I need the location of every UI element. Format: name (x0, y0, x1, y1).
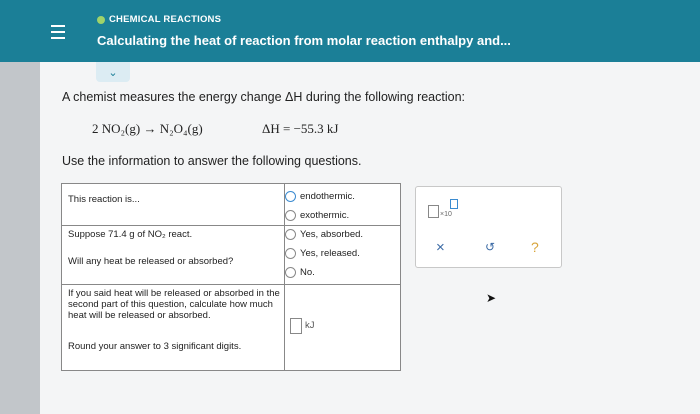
menu-button[interactable] (38, 12, 78, 52)
menu-icon (51, 31, 65, 33)
table-row: This reaction is... (68, 194, 140, 205)
help-button[interactable]: ? (531, 239, 539, 255)
table-row: Will any heat be released or absorbed? (68, 256, 234, 267)
menu-icon (51, 37, 65, 39)
table-divider (62, 284, 400, 285)
answer-toolbar: ×10 × ↺ ? (415, 186, 562, 268)
header: CHEMICAL REACTIONS Calculating the heat … (0, 0, 700, 62)
undo-button[interactable]: ↺ (485, 240, 495, 254)
x10-base-icon[interactable] (428, 205, 439, 218)
radio-icon (285, 229, 296, 240)
x10-exponent-icon[interactable] (450, 199, 458, 209)
option-label: endothermic. (300, 191, 355, 202)
option-label: Yes, absorbed. (300, 229, 364, 240)
topic-label: CHEMICAL REACTIONS (97, 14, 221, 25)
answer-table: This reaction is... Suppose 71.4 g of NO… (61, 183, 401, 371)
instructions: Use the information to answer the follow… (62, 154, 362, 168)
option-label: No. (300, 267, 315, 278)
radio-endothermic[interactable]: endothermic. (285, 187, 400, 206)
collapse-button[interactable]: ⌄ (96, 62, 130, 82)
options-column: endothermic. exothermic. Yes, absorbed. … (285, 187, 400, 282)
menu-icon (51, 25, 65, 27)
radio-icon (285, 210, 296, 221)
radio-icon (285, 191, 296, 202)
radio-yes-released[interactable]: Yes, released. (285, 244, 400, 263)
radio-yes-absorbed[interactable]: Yes, absorbed. (285, 225, 400, 244)
table-row: Round your answer to 3 significant digit… (68, 341, 242, 352)
reaction-equation: 2 NO₂(g) → N₂O₄(g) (92, 121, 203, 136)
x10-label: ×10 (440, 211, 452, 218)
page-title: Calculating the heat of reaction from mo… (97, 33, 511, 48)
question-prompt: A chemist measures the energy change ΔH … (62, 90, 466, 104)
option-label: Yes, released. (300, 248, 360, 259)
table-row: If you said heat will be released or abs… (68, 288, 280, 321)
unit-label: kJ (305, 320, 315, 331)
radio-exothermic[interactable]: exothermic. (285, 206, 400, 225)
radio-icon (285, 248, 296, 259)
table-row: Suppose 71.4 g of NO₂ react. (68, 229, 193, 240)
heat-answer-input[interactable] (290, 318, 302, 334)
chevron-down-icon: ⌄ (108, 66, 118, 79)
radio-icon (285, 267, 296, 278)
topic-text: CHEMICAL REACTIONS (109, 14, 222, 25)
option-label: exothermic. (300, 210, 350, 221)
radio-no[interactable]: No. (285, 263, 400, 282)
mouse-cursor-icon: ➤ (486, 291, 497, 305)
left-rail (0, 62, 40, 414)
topic-dot-icon (97, 15, 105, 24)
delta-h-value: ΔH = −55.3 kJ (262, 121, 339, 136)
clear-button[interactable]: × (436, 239, 445, 256)
